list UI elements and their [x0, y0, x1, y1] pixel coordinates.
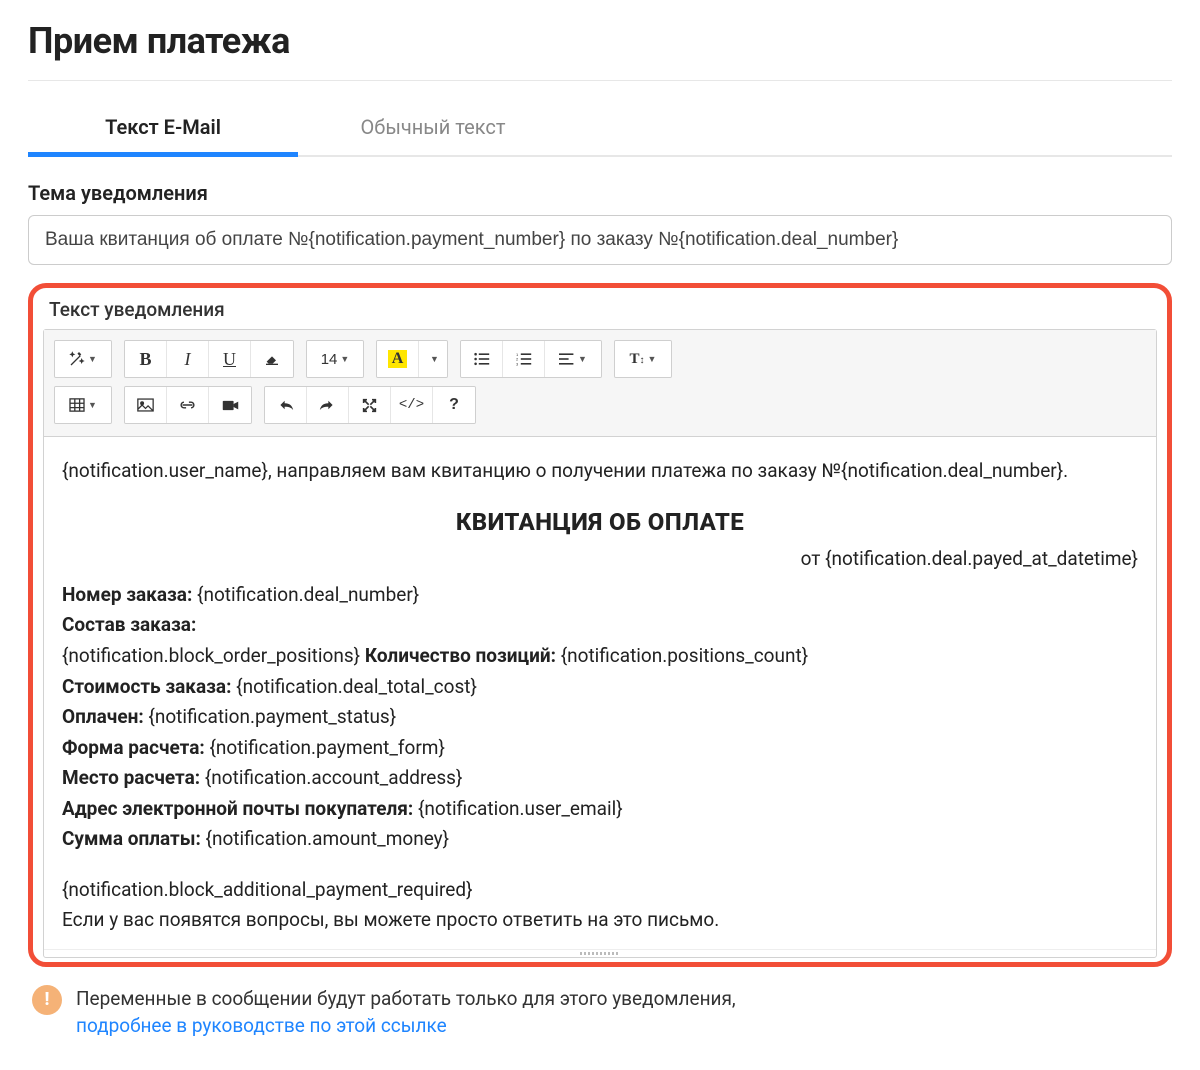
info-guide-link[interactable]: подробнее в руководстве по этой ссылке — [76, 1014, 447, 1037]
italic-button[interactable]: I — [167, 341, 209, 377]
link-icon — [179, 398, 196, 412]
underline-icon: U — [223, 349, 236, 370]
fullscreen-icon — [362, 398, 377, 413]
value-buyer-email: {notification.user_email} — [418, 797, 623, 820]
italic-icon: I — [185, 349, 191, 370]
value-order-cost: {notification.deal_total_cost} — [236, 675, 477, 698]
insert-video-button[interactable] — [209, 387, 251, 423]
font-size-value: 14 — [321, 351, 338, 368]
receipt-date: от {notification.deal.payed_at_datetime} — [62, 545, 1138, 573]
font-size-button[interactable]: 14▼ — [307, 341, 363, 377]
resize-handle[interactable] — [44, 949, 1156, 957]
additional-payment-block: {notification.block_additional_payment_r… — [62, 876, 1138, 904]
value-payment-place: {notification.account_address} — [205, 766, 463, 789]
insert-link-button[interactable] — [167, 387, 209, 423]
help-button[interactable]: ? — [433, 387, 475, 423]
editor-toolbar: ▼ B I U 14▼ — [44, 330, 1156, 437]
label-payment-form: Форма расчета: — [62, 736, 205, 759]
undo-icon — [277, 399, 294, 411]
undo-button[interactable] — [265, 387, 307, 423]
font-color-button[interactable]: A — [377, 341, 419, 377]
numbered-list-icon: 123 — [516, 352, 532, 366]
video-icon — [222, 399, 239, 412]
subject-label: Тема уведомления — [28, 181, 1172, 205]
font-color-icon: A — [388, 350, 408, 368]
table-icon — [69, 398, 85, 412]
value-positions-count: {notification.positions_count} — [561, 644, 808, 667]
table-button[interactable]: ▼ — [55, 387, 111, 423]
label-order-number: Номер заказа: — [62, 583, 192, 606]
value-order-positions: {notification.block_order_positions} — [62, 644, 360, 667]
value-payment-form: {notification.payment_form} — [209, 736, 444, 759]
tab-plain-text[interactable]: Обычный текст — [298, 99, 568, 155]
label-order-cost: Стоимость заказа: — [62, 675, 231, 698]
redo-button[interactable] — [307, 387, 349, 423]
label-paid: Оплачен: — [62, 705, 144, 728]
rich-text-editor: ▼ B I U 14▼ — [43, 329, 1157, 958]
info-text: Переменные в сообщении будут работать то… — [76, 987, 736, 1010]
intro-line: {notification.user_name}, направляем вам… — [62, 457, 1138, 485]
font-color-dropdown[interactable]: ▼ — [419, 341, 447, 377]
tab-email[interactable]: Текст E-Mail — [28, 99, 298, 155]
bold-icon: B — [139, 349, 151, 370]
label-buyer-email: Адрес электронной почты покупателя: — [62, 797, 413, 820]
code-view-button[interactable]: </> — [391, 387, 433, 423]
receipt-title: КВИТАНЦИЯ ОБ ОПЛАТЕ — [62, 505, 1138, 540]
underline-button[interactable]: U — [209, 341, 251, 377]
insert-image-button[interactable] — [125, 387, 167, 423]
tabs: Текст E-Mail Обычный текст — [28, 99, 1172, 157]
paragraph-align-button[interactable]: ▼ — [545, 341, 601, 377]
unordered-list-button[interactable] — [461, 341, 503, 377]
value-order-number: {notification.deal_number} — [197, 583, 419, 606]
value-payment-amount: {notification.amount_money} — [206, 827, 450, 850]
align-icon — [559, 352, 575, 366]
text-height-icon: T↕ — [630, 351, 645, 368]
code-icon: </> — [399, 397, 424, 413]
bold-button[interactable]: B — [125, 341, 167, 377]
info-notice: ! Переменные в сообщении будут работать … — [28, 985, 1172, 1050]
label-payment-place: Место расчета: — [62, 766, 200, 789]
page-title: Прием платежа — [28, 0, 1172, 81]
editor-content[interactable]: {notification.user_name}, направляем вам… — [44, 437, 1156, 949]
erase-format-button[interactable] — [251, 341, 293, 377]
warning-icon: ! — [32, 985, 62, 1015]
value-paid: {notification.payment_status} — [148, 705, 396, 728]
label-positions-count: Количество позиций: — [365, 644, 556, 667]
label-payment-amount: Сумма оплаты: — [62, 827, 201, 850]
body-label: Текст уведомления — [49, 298, 1157, 321]
outro-line: Если у вас появятся вопросы, вы можете п… — [62, 906, 1138, 934]
style-magic-button[interactable]: ▼ — [55, 341, 111, 377]
svg-text:3: 3 — [516, 361, 519, 366]
subject-input[interactable] — [28, 215, 1172, 265]
label-order-content: Состав заказа: — [62, 613, 196, 636]
text-height-button[interactable]: T↕▼ — [615, 341, 671, 377]
fullscreen-button[interactable] — [349, 387, 391, 423]
bullet-list-icon — [474, 352, 490, 366]
editor-highlight-frame: Текст уведомления ▼ B I U — [28, 283, 1172, 967]
eraser-icon — [264, 352, 280, 366]
ordered-list-button[interactable]: 123 — [503, 341, 545, 377]
magic-wand-icon — [69, 351, 85, 367]
redo-icon — [319, 399, 336, 411]
help-icon: ? — [449, 396, 459, 414]
image-icon — [137, 398, 154, 412]
